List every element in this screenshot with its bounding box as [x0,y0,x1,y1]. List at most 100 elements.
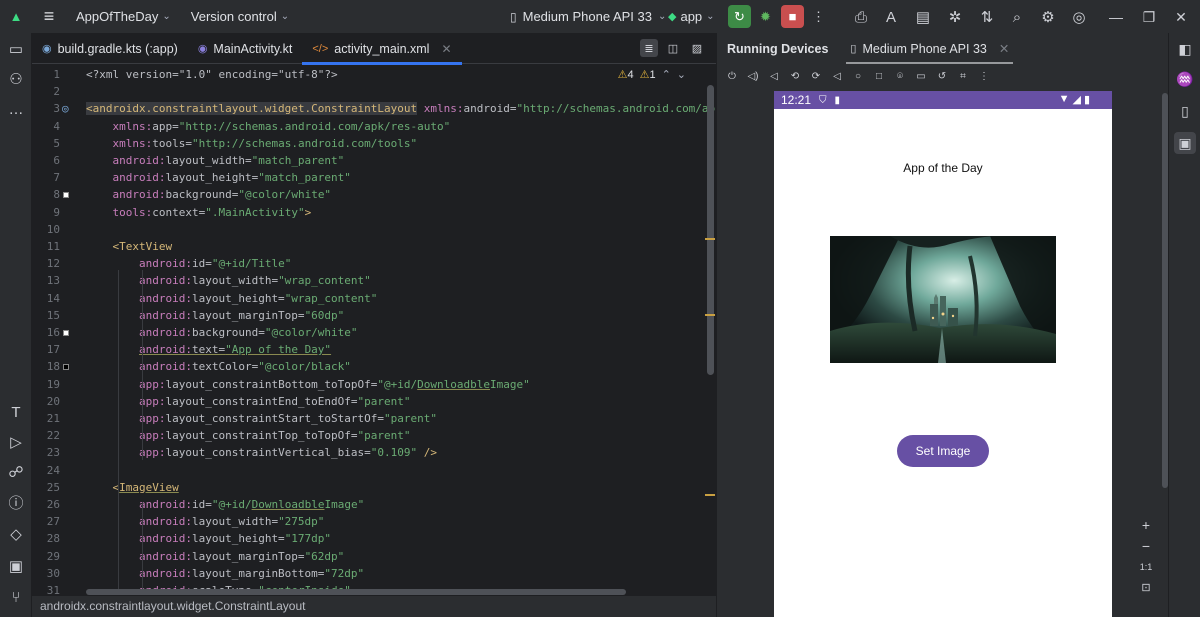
code-line[interactable]: 23 app:layout_constraintVertical_bias="0… [32,444,716,461]
code-line[interactable]: 18 android:textColor="@color/black" [32,358,716,375]
rotate-left-icon[interactable]: ⟲ [788,69,802,83]
code-line[interactable]: 29 android:layout_marginTop="62dp" [32,548,716,565]
folder-icon[interactable]: ▭ [5,38,27,60]
extended-controls-icon[interactable]: ⌗ [956,69,970,83]
git-icon[interactable]: ◇ [5,523,27,545]
code-line[interactable]: 14 android:layout_height="wrap_content" [32,290,716,307]
code-view-icon[interactable]: ≣ [640,39,658,57]
project-selector[interactable]: AppOfTheDay ⌄ [76,9,171,24]
code-line[interactable]: 6 android:layout_width="match_parent" [32,152,716,169]
code-line[interactable]: 1 <?xml version="1.0" encoding="utf-8"?> [32,66,716,83]
record-icon[interactable]: ▭ [914,69,928,83]
design-view-icon[interactable]: ▨ [688,39,706,57]
problems-icon[interactable]: ⓘ [5,491,27,513]
translations-icon[interactable]: A [880,6,902,28]
minimize-icon[interactable]: — [1105,6,1127,28]
device-manager-icon[interactable]: ⎙ [850,6,872,28]
warning-marker[interactable] [705,238,715,240]
run-config-selector[interactable]: ◆ app ⌄ [668,0,715,33]
code-line[interactable]: 17 android:text="App of the Day" [32,341,716,358]
layout-inspector-icon[interactable]: ▤ [912,6,934,28]
volume-down-icon[interactable]: ◁ [767,69,781,83]
code-line[interactable]: 13 android:layout_width="wrap_content" [32,272,716,289]
tab-build-gradle[interactable]: ◉ build.gradle.kts (:app) [32,33,188,64]
running-devices-icon[interactable]: ▣ [1174,132,1196,154]
code-line[interactable]: 8 android:background="@color/white" [32,186,716,203]
code-token: android: [138,308,192,322]
code-line[interactable]: 4 xmlns:app="http://schemas.android.com/… [32,118,716,135]
notifications-icon[interactable]: ◧ [1174,38,1196,60]
code-line[interactable]: 16 android:background="@color/white" [32,324,716,341]
sync-gradle-icon[interactable]: ⇅ [976,6,998,28]
terminal-icon[interactable]: ▣ [5,555,27,577]
rerun-button[interactable]: ↻ [728,5,751,28]
code-line[interactable]: 25 <ImageView [32,479,716,496]
code-line[interactable]: 12 android:id="@+id/Title" [32,255,716,272]
camera-icon[interactable]: ⌾ [893,69,907,83]
search-icon[interactable]: ⌕ [1006,6,1028,28]
main-menu-icon[interactable]: ≡ [32,6,66,27]
logcat-icon[interactable]: ☍ [5,461,27,483]
code-line[interactable]: 3 ◎ <androidx.constraintlayout.widget.Cons… [32,100,716,117]
breadcrumb[interactable]: androidx.constraintlayout.widget.Constra… [32,596,716,617]
more-actions-button[interactable]: ⋮ [807,5,830,28]
restore-icon[interactable]: ❐ [1138,6,1160,28]
zoom-actual-size[interactable]: 1:1 [1135,556,1157,578]
close-icon[interactable]: ✕ [1170,6,1192,28]
code-line[interactable]: 30 android:layout_marginBottom="72dp" [32,565,716,582]
warning-marker[interactable] [705,494,715,496]
zoom-in-icon[interactable]: + [1135,514,1157,536]
overview-icon[interactable]: □ [872,69,886,83]
zoom-fit-icon[interactable]: ⊡ [1135,576,1157,598]
stop-button[interactable]: ■ [781,5,804,28]
zoom-out-icon[interactable]: − [1135,535,1157,557]
gear-icon[interactable]: ⚙ [1037,6,1059,28]
tab-activity-main-xml[interactable]: </> activity_main.xml ✕ [302,33,462,65]
code-line[interactable]: 21 app:layout_constraintStart_toStartOf=… [32,410,716,427]
reset-icon[interactable]: ↺ [935,69,949,83]
build-hammer-icon[interactable]: T [5,401,27,423]
tab-device[interactable]: ▯ Medium Phone API 33 ✕ [846,33,1014,64]
code-line[interactable]: 15 android:layout_marginTop="60dp" [32,307,716,324]
code-line[interactable]: 19 app:layout_constraintBottom_toTopOf="… [32,376,716,393]
code-line[interactable]: 24 [32,462,716,479]
power-icon[interactable]: ⏻ [725,69,739,83]
code-line[interactable]: 7 android:layout_height="match_parent" [32,169,716,186]
code-line[interactable]: 11 <TextView [32,238,716,255]
set-image-button[interactable]: Set Image [897,435,989,467]
device-screen[interactable]: 12:21 ⛉ ▮ ▼ ◢ ▮ App of the Day Set Image [774,91,1112,617]
code-line[interactable]: 20 app:layout_constraintEnd_toEndOf="par… [32,393,716,410]
close-tab-icon[interactable]: ✕ [999,41,1009,56]
split-view-icon[interactable]: ◫ [664,39,682,57]
more-horizontal-icon[interactable]: … [5,98,27,120]
code-line[interactable]: 10 [32,221,716,238]
account-icon[interactable]: ◎ [1068,6,1090,28]
code-line[interactable]: 22 app:layout_constraintTop_toTopOf="par… [32,427,716,444]
app-quality-icon[interactable]: ✲ [944,6,966,28]
tab-main-activity[interactable]: ◉ MainActivity.kt [188,33,303,64]
code-line[interactable]: 27 android:layout_width="275dp" [32,513,716,530]
device-selector[interactable]: ▯ Medium Phone API 33 ⌄ [510,0,666,33]
code-line[interactable]: 26 android:id="@+id/DownloadbleImage" [32,496,716,513]
resource-manager-icon[interactable]: ⚇ [5,68,27,90]
home-icon[interactable]: ○ [851,69,865,83]
device-manager-icon[interactable]: ▯ [1174,100,1196,122]
version-control-icon[interactable]: ⑂ [5,586,27,608]
debug-button[interactable]: ✹ [754,5,777,28]
version-control-menu[interactable]: Version control ⌄ [191,9,289,24]
code-editor[interactable]: ⚠4 ⚠1 ⌃ ⌄ 1 <?xml version="1.0" encoding=… [32,65,716,595]
more-vertical-icon[interactable]: ⋮ [977,69,991,83]
code-line[interactable]: 9 tools:context=".MainActivity"> [32,204,716,221]
warning-marker[interactable] [705,314,715,316]
back-icon[interactable]: ◁ [830,69,844,83]
code-line[interactable]: 28 android:layout_height="177dp" [32,530,716,547]
close-tab-icon[interactable]: ✕ [441,42,451,56]
gradle-elephant-icon[interactable]: ♒ [1174,68,1196,90]
run-icon[interactable]: ▷ [5,431,27,453]
editor-vertical-scrollbar[interactable] [707,85,714,375]
rotate-right-icon[interactable]: ⟳ [809,69,823,83]
code-line[interactable]: 2 [32,83,716,100]
code-line[interactable]: 5 xmlns:tools="http://schemas.android.co… [32,135,716,152]
editor-horizontal-scrollbar[interactable] [86,589,626,595]
volume-up-icon[interactable]: ◁) [746,69,760,83]
